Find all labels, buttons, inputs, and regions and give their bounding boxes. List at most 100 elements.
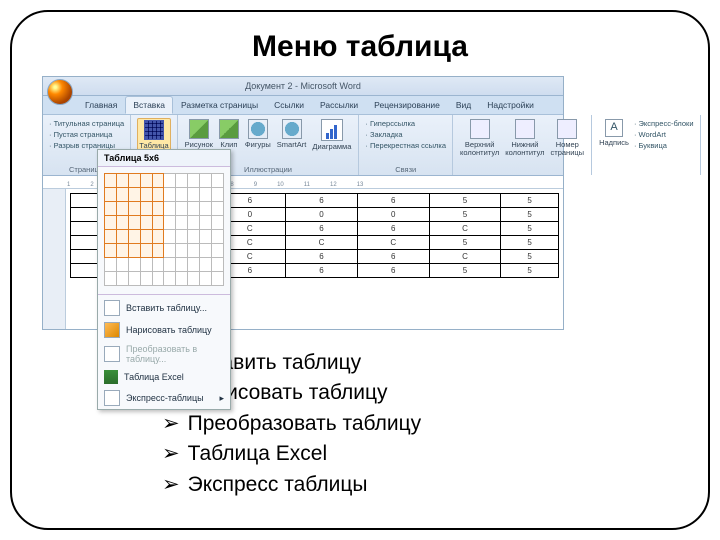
grid-cell[interactable]: [105, 216, 117, 230]
grid-cell[interactable]: [128, 174, 140, 188]
grid-cell[interactable]: [212, 272, 224, 286]
grid-cell[interactable]: [212, 202, 224, 216]
grid-cell[interactable]: [200, 188, 212, 202]
grid-cell[interactable]: [105, 202, 117, 216]
ribbon-item[interactable]: · Перекрестная ссылка: [365, 140, 446, 151]
grid-cell[interactable]: [212, 216, 224, 230]
grid-cell[interactable]: [152, 174, 164, 188]
grid-cell[interactable]: [116, 188, 128, 202]
menu-item-3[interactable]: Таблица Excel: [98, 367, 230, 387]
tab-1[interactable]: Вставка: [125, 96, 173, 114]
grid-cell[interactable]: [116, 244, 128, 258]
grid-cell[interactable]: [164, 216, 176, 230]
grid-cell[interactable]: [176, 230, 188, 244]
grid-cell[interactable]: [105, 230, 117, 244]
menu-item-4[interactable]: Экспресс-таблицы▸: [98, 387, 230, 409]
menu-item-0[interactable]: Вставить таблицу...: [98, 297, 230, 319]
grid-cell[interactable]: [128, 202, 140, 216]
grid-cell[interactable]: [140, 174, 152, 188]
ribbon-item[interactable]: · Гиперссылка: [365, 118, 446, 129]
grid-cell[interactable]: [176, 174, 188, 188]
textbox-button[interactable]: A Надпись: [598, 118, 630, 163]
grid-cell[interactable]: [200, 174, 212, 188]
grid-cell[interactable]: [176, 216, 188, 230]
grid-cell[interactable]: [152, 188, 164, 202]
grid-cell[interactable]: [128, 230, 140, 244]
grid-cell[interactable]: [152, 244, 164, 258]
grid-cell[interactable]: [116, 202, 128, 216]
grid-cell[interactable]: [164, 272, 176, 286]
grid-cell[interactable]: [164, 202, 176, 216]
grid-cell[interactable]: [188, 216, 200, 230]
menu-item-1[interactable]: Нарисовать таблицу: [98, 319, 230, 341]
grid-cell[interactable]: [140, 230, 152, 244]
tab-6[interactable]: Вид: [448, 96, 479, 114]
grid-cell[interactable]: [140, 244, 152, 258]
grid-cell[interactable]: [176, 188, 188, 202]
grid-cell[interactable]: [188, 258, 200, 272]
grid-cell[interactable]: [140, 216, 152, 230]
grid-cell[interactable]: [152, 216, 164, 230]
ribbon-item[interactable]: · WordArt: [634, 129, 694, 140]
ribbon-item[interactable]: · Титульная страница: [49, 118, 124, 129]
grid-cell[interactable]: [164, 244, 176, 258]
grid-cell[interactable]: [128, 258, 140, 272]
hf-button-0[interactable]: Верхний колонтитул: [459, 118, 500, 163]
grid-cell[interactable]: [200, 272, 212, 286]
grid-cell[interactable]: [105, 272, 117, 286]
grid-cell[interactable]: [188, 230, 200, 244]
grid-cell[interactable]: [105, 244, 117, 258]
office-button[interactable]: [47, 79, 73, 105]
tab-3[interactable]: Ссылки: [266, 96, 312, 114]
tab-5[interactable]: Рецензирование: [366, 96, 448, 114]
grid-cell[interactable]: [164, 188, 176, 202]
grid-cell[interactable]: [140, 202, 152, 216]
grid-cell[interactable]: [176, 272, 188, 286]
grid-cell[interactable]: [212, 174, 224, 188]
ribbon-item[interactable]: · Экспресс-блоки: [634, 118, 694, 129]
grid-cell[interactable]: [164, 174, 176, 188]
grid-cell[interactable]: [176, 244, 188, 258]
grid-cell[interactable]: [212, 230, 224, 244]
grid-cell[interactable]: [152, 202, 164, 216]
grid-cell[interactable]: [140, 258, 152, 272]
grid-cell[interactable]: [200, 216, 212, 230]
tab-7[interactable]: Надстройки: [479, 96, 542, 114]
grid-cell[interactable]: [152, 230, 164, 244]
grid-cell[interactable]: [188, 188, 200, 202]
illus-button-3[interactable]: SmartArt: [276, 118, 308, 163]
grid-cell[interactable]: [105, 258, 117, 272]
grid-cell[interactable]: [200, 244, 212, 258]
hf-button-1[interactable]: Нижний колонтитул: [504, 118, 545, 163]
illus-button-4[interactable]: Диаграмма: [311, 118, 352, 163]
tab-0[interactable]: Главная: [77, 96, 125, 114]
grid-cell[interactable]: [105, 188, 117, 202]
grid-cell[interactable]: [176, 202, 188, 216]
grid-cell[interactable]: [200, 258, 212, 272]
ribbon-item[interactable]: · Закладка: [365, 129, 446, 140]
tab-2[interactable]: Разметка страницы: [173, 96, 266, 114]
ribbon-item[interactable]: · Пустая страница: [49, 129, 124, 140]
hf-button-2[interactable]: Номер страницы: [550, 118, 586, 163]
grid-cell[interactable]: [152, 272, 164, 286]
grid-cell[interactable]: [116, 230, 128, 244]
grid-cell[interactable]: [188, 174, 200, 188]
grid-cell[interactable]: [200, 202, 212, 216]
grid-cell[interactable]: [140, 272, 152, 286]
grid-cell[interactable]: [188, 202, 200, 216]
grid-cell[interactable]: [176, 258, 188, 272]
grid-cell[interactable]: [212, 188, 224, 202]
illus-button-2[interactable]: Фигуры: [244, 118, 272, 163]
grid-cell[interactable]: [128, 244, 140, 258]
grid-cell[interactable]: [200, 230, 212, 244]
grid-cell[interactable]: [188, 272, 200, 286]
grid-cell[interactable]: [128, 272, 140, 286]
grid-cell[interactable]: [164, 258, 176, 272]
ribbon-item[interactable]: · Буквица: [634, 140, 694, 151]
grid-cell[interactable]: [188, 244, 200, 258]
grid-picker[interactable]: [98, 167, 230, 292]
grid-cell[interactable]: [128, 188, 140, 202]
grid-cell[interactable]: [152, 258, 164, 272]
grid-cell[interactable]: [212, 258, 224, 272]
grid-cell[interactable]: [128, 216, 140, 230]
